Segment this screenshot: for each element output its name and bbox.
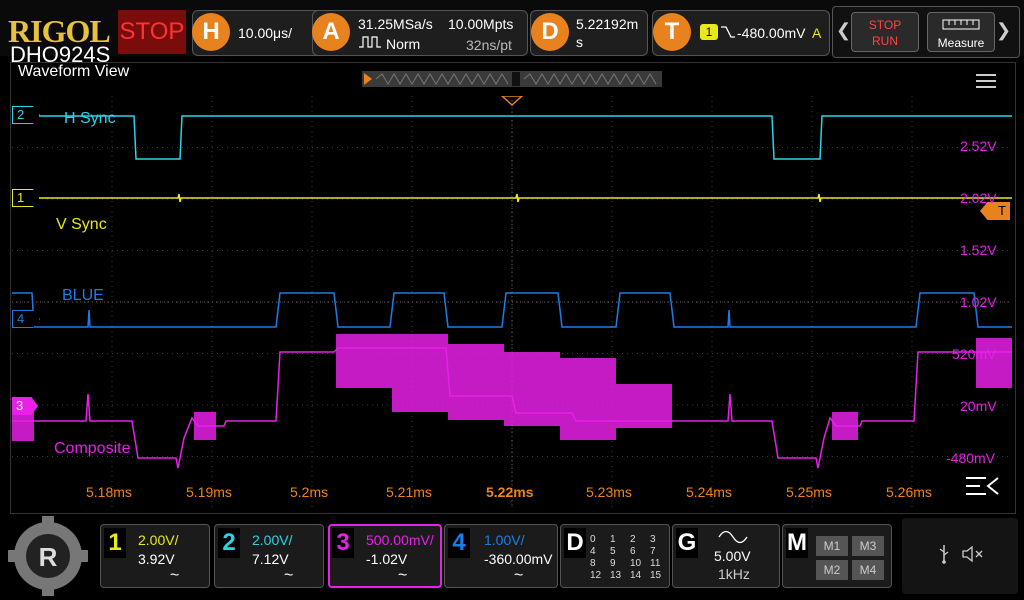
math-slot-m3[interactable]: M3 <box>852 536 884 556</box>
view-title: Waveform View <box>18 63 130 80</box>
memory-depth: 10.00Mpts <box>448 16 514 32</box>
acquire-key[interactable]: A <box>312 13 350 51</box>
home-gear-icon[interactable]: R <box>8 516 88 596</box>
math-slot-m4[interactable]: M4 <box>852 560 884 580</box>
ch4-coupling-icon: ~ <box>514 567 524 584</box>
y-label: 20mV <box>960 398 997 414</box>
hamburger-menu-icon[interactable] <box>976 74 996 88</box>
y-label: -480mV <box>946 450 996 466</box>
ch3-scale: 500.00mV/ <box>366 532 434 548</box>
resolution: 32ns/pt <box>466 37 512 53</box>
chevron-right-icon[interactable]: ❯ <box>996 20 1011 41</box>
measure-label: Measure <box>937 36 985 50</box>
svg-text:R: R <box>39 542 58 572</box>
delay-key[interactable]: D <box>531 13 569 51</box>
acquire-mode-icon <box>359 36 381 48</box>
generator-amplitude: 5.00V <box>714 548 751 564</box>
x-label: 5.21ms <box>386 484 432 500</box>
ch2-scale: 2.00V/ <box>252 532 293 548</box>
ch2-coupling-icon: ~ <box>284 567 294 584</box>
x-label: 5.25ms <box>786 484 832 500</box>
x-label: 5.18ms <box>86 484 132 500</box>
run-label: RUN <box>872 34 898 48</box>
waveform-grid <box>12 96 1012 508</box>
speaker-muted-icon[interactable] <box>962 546 986 562</box>
acquire-mode: Norm <box>386 36 421 52</box>
ch2-offset: 7.12V <box>252 551 289 567</box>
ch3-offset: -1.02V <box>366 551 408 567</box>
y-label: 2.52V <box>960 138 997 154</box>
stop-label: STOP <box>868 18 902 32</box>
trigger-source-badge: 1 <box>700 24 718 40</box>
x-label: 5.22ms <box>486 484 534 500</box>
digital-channel-grid: 0123 4567 8 9 10 11 12 13 14 15 <box>590 534 662 581</box>
generator-key: G <box>676 528 698 558</box>
x-label: 5.2ms <box>290 484 329 500</box>
y-label: 1.52V <box>960 242 997 258</box>
memory-position-bar[interactable] <box>362 71 662 87</box>
trigger-key[interactable]: T <box>653 13 691 51</box>
measure-button[interactable]: Measure <box>927 12 995 52</box>
ch2-number: 2 <box>218 528 240 558</box>
usb-icon <box>939 545 949 564</box>
memory-waveform-preview <box>364 72 657 86</box>
ch3-coupling-icon: ~ <box>398 567 408 584</box>
sine-wave-icon <box>718 530 748 544</box>
ch4-offset: -360.00mV <box>484 551 553 567</box>
ch3-number: 3 <box>332 528 354 558</box>
status-area <box>902 518 1018 594</box>
ch3-label: Composite <box>54 440 131 457</box>
x-label: 5.26ms <box>886 484 932 500</box>
collapse-menu-icon[interactable] <box>964 474 1000 498</box>
ch2-label: H Sync <box>64 110 116 127</box>
x-label: 5.23ms <box>586 484 632 500</box>
y-label: 2.02V <box>960 190 997 206</box>
delay-unit: s <box>576 34 583 50</box>
x-label: 5.19ms <box>186 484 232 500</box>
x-label: 5.24ms <box>686 484 732 500</box>
math-slot-m2[interactable]: M2 <box>816 560 848 580</box>
delay-value: 5.22192m <box>576 16 639 32</box>
math-key: M <box>786 528 808 558</box>
ch1-scale: 2.00V/ <box>138 532 179 548</box>
ch1-offset: 3.92V <box>138 551 175 567</box>
y-label: 1.02V <box>960 294 997 310</box>
ch4-number: 4 <box>448 528 470 558</box>
ch4-label: BLUE <box>62 287 104 304</box>
math-slot-m1[interactable]: M1 <box>816 536 848 556</box>
sample-rate: 31.25MSa/s <box>358 16 433 32</box>
ch3-chroma-bursts <box>12 334 1012 441</box>
ch1-label: V Sync <box>56 216 107 233</box>
ch4-scale: 1.00V/ <box>484 532 525 548</box>
horizontal-key[interactable]: H <box>192 13 230 51</box>
stop-run-button[interactable]: STOP RUN <box>851 12 919 52</box>
trigger-level: -480.00mV <box>737 25 806 41</box>
chevron-left-icon[interactable]: ❮ <box>836 20 851 41</box>
digital-key: D <box>564 528 586 558</box>
falling-edge-icon <box>721 26 735 38</box>
ch1-number: 1 <box>104 528 126 558</box>
generator-frequency: 1kHz <box>718 566 750 582</box>
timebase-value: 10.00μs/ <box>238 25 292 41</box>
trigger-mode: A <box>812 25 822 41</box>
ch1-coupling-icon: ~ <box>170 567 180 584</box>
y-label: 520mV <box>952 346 997 362</box>
run-state-indicator[interactable]: STOP <box>118 10 186 54</box>
ruler-icon <box>942 19 980 30</box>
